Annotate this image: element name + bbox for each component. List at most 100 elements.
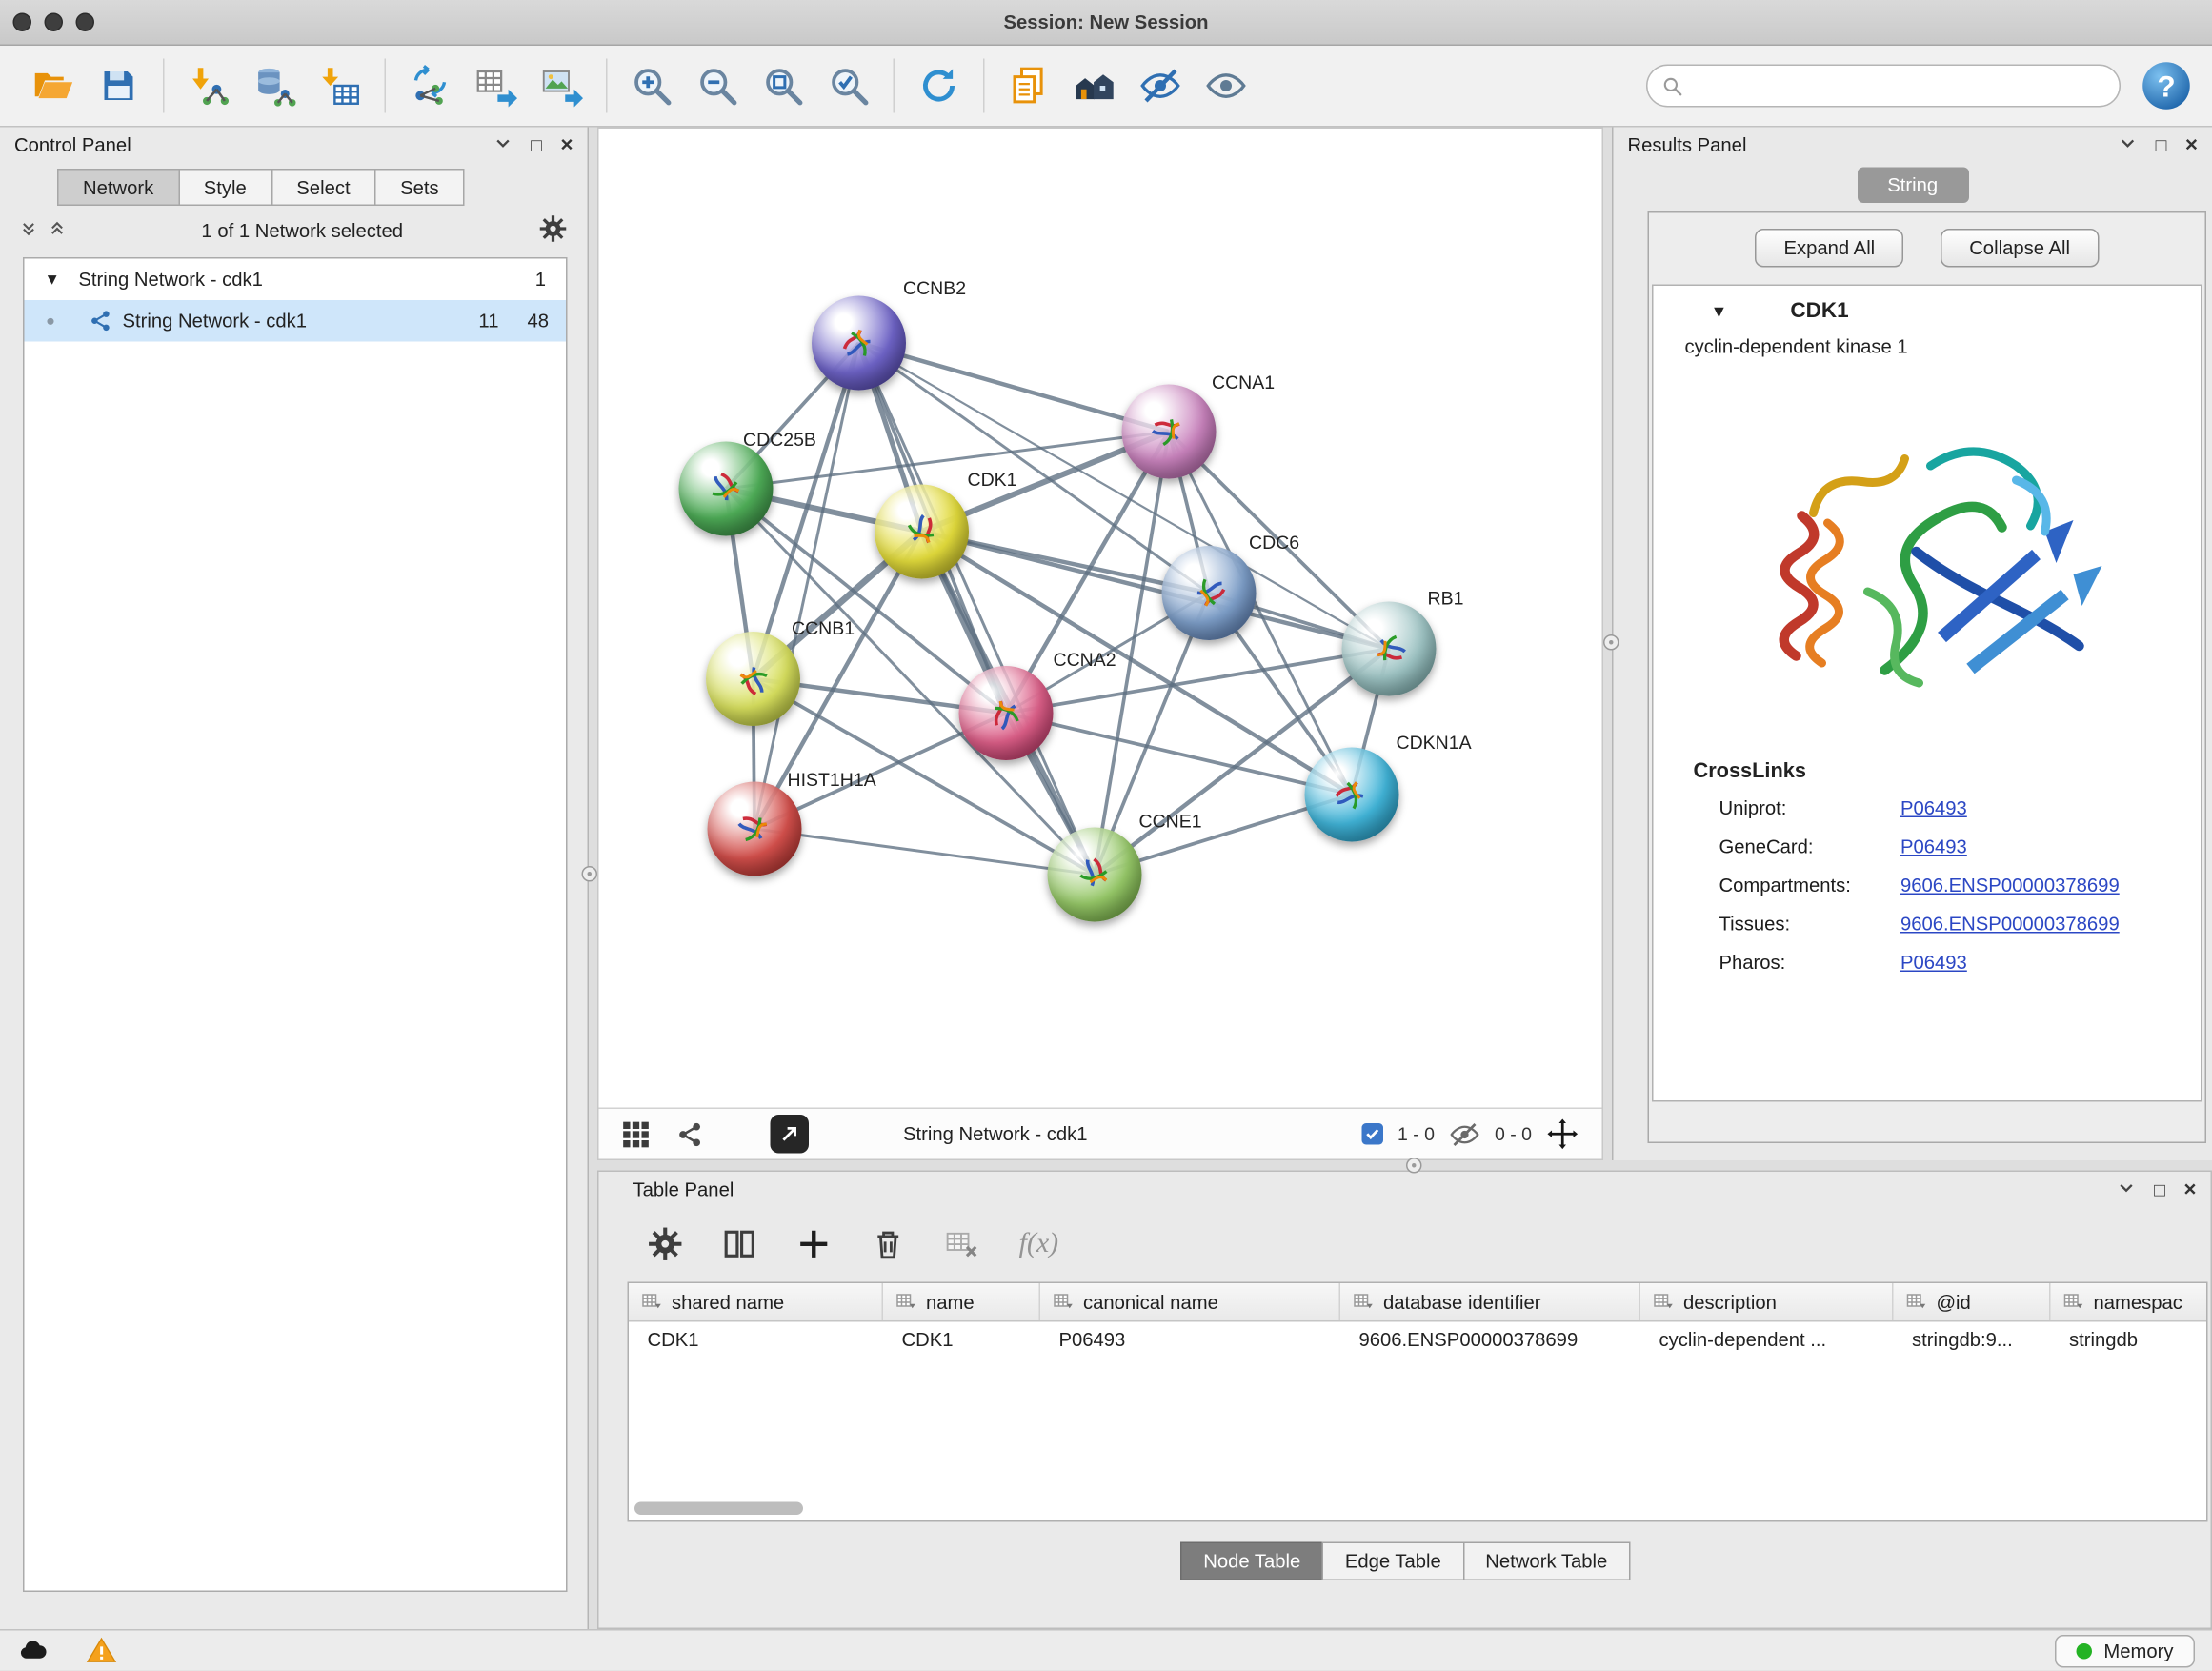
column-header[interactable]: name bbox=[883, 1283, 1040, 1320]
network-graph[interactable]: CCNB2 CCNA1 CDC25B CDK1 CDC6 RB1 CCNB1 bbox=[599, 129, 1602, 1108]
panel-maximize-icon[interactable]: □ bbox=[2154, 1180, 2165, 1199]
panel-close-icon[interactable]: × bbox=[560, 134, 573, 156]
apply-layout-button[interactable] bbox=[906, 53, 972, 119]
delete-table-icon[interactable] bbox=[945, 1225, 981, 1261]
column-header[interactable]: description bbox=[1640, 1283, 1894, 1320]
show-columns-icon[interactable] bbox=[722, 1225, 758, 1261]
network-node-ccna1[interactable] bbox=[1122, 385, 1217, 479]
network-node-cdc6[interactable] bbox=[1162, 546, 1257, 640]
tree-expand-icon[interactable]: ▼ bbox=[45, 271, 60, 288]
network-overview-icon[interactable] bbox=[676, 1119, 705, 1148]
tab-edge-table[interactable]: Edge Table bbox=[1322, 1542, 1464, 1581]
hide-selected-button[interactable] bbox=[1128, 53, 1194, 119]
zoom-in-button[interactable] bbox=[619, 53, 685, 119]
function-builder-icon[interactable]: f(x) bbox=[1019, 1227, 1059, 1260]
home-button[interactable] bbox=[1062, 53, 1128, 119]
column-header[interactable]: shared name bbox=[629, 1283, 883, 1320]
protein-squiggle-icon bbox=[831, 314, 888, 372]
network-canvas[interactable]: CCNB2 CCNA1 CDC25B CDK1 CDC6 RB1 CCNB1 bbox=[597, 128, 1603, 1161]
string-results-box: Expand All Collapse All ▼ CDK1 cyclin-de… bbox=[1648, 211, 2207, 1143]
column-header[interactable]: canonical name bbox=[1040, 1283, 1340, 1320]
crosslink-link[interactable]: P06493 bbox=[1900, 836, 1967, 858]
network-node-cdc25b[interactable] bbox=[679, 442, 774, 536]
column-header[interactable]: database identifier bbox=[1340, 1283, 1640, 1320]
edge-cdk1-rb1[interactable] bbox=[922, 532, 1390, 649]
copy-session-button[interactable] bbox=[996, 53, 1062, 119]
edge-ccna2-cdkn1a[interactable] bbox=[1006, 714, 1352, 795]
expand-all-button[interactable]: Expand All bbox=[1755, 229, 1903, 268]
crosslink-link[interactable]: P06493 bbox=[1900, 952, 1967, 974]
tab-node-table[interactable]: Node Table bbox=[1180, 1542, 1323, 1581]
splitter-handle-bottom[interactable] bbox=[1406, 1158, 1422, 1174]
crosslink-link[interactable]: 9606.ENSP00000378699 bbox=[1900, 875, 2120, 896]
network-node-ccnb2[interactable] bbox=[812, 296, 906, 391]
warning-icon[interactable] bbox=[86, 1635, 117, 1666]
edge-ccnb2-ccna1[interactable] bbox=[859, 343, 1170, 432]
cloud-icon[interactable] bbox=[17, 1635, 49, 1666]
network-node-rb1[interactable] bbox=[1342, 602, 1437, 696]
table-settings-gear-icon[interactable] bbox=[648, 1225, 684, 1261]
export-image-button[interactable] bbox=[529, 53, 594, 119]
open-session-button[interactable] bbox=[20, 53, 86, 119]
network-node-cdk1[interactable] bbox=[875, 485, 969, 579]
edge-ccnb2-ccne1[interactable] bbox=[859, 343, 1096, 875]
panel-float-icon[interactable] bbox=[2119, 1179, 2136, 1201]
import-network-file-button[interactable] bbox=[176, 53, 242, 119]
network-options-gear-icon[interactable] bbox=[539, 213, 568, 247]
collapse-all-button[interactable]: Collapse All bbox=[1941, 229, 2099, 268]
grid-view-icon[interactable] bbox=[622, 1119, 651, 1148]
edge-ccnb2-hist1h1a[interactable] bbox=[754, 343, 859, 829]
column-header[interactable]: namespac bbox=[2051, 1283, 2207, 1320]
show-all-button[interactable] bbox=[1194, 53, 1259, 119]
tab-network-table[interactable]: Network Table bbox=[1462, 1542, 1630, 1581]
export-network-button[interactable] bbox=[397, 53, 463, 119]
network-node-ccnb1[interactable] bbox=[706, 632, 800, 726]
tab-style[interactable]: Style bbox=[178, 169, 272, 206]
panel-float-icon[interactable] bbox=[2120, 134, 2137, 156]
help-button[interactable]: ? bbox=[2141, 60, 2192, 111]
add-column-icon[interactable] bbox=[796, 1225, 833, 1261]
network-collection-row[interactable]: ▼ String Network - cdk1 1 bbox=[25, 259, 567, 301]
scrollbar-thumb[interactable] bbox=[634, 1502, 803, 1516]
panel-close-icon[interactable]: × bbox=[2183, 1179, 2196, 1201]
panel-maximize-icon[interactable]: □ bbox=[2156, 136, 2167, 155]
help-icon: ? bbox=[2141, 60, 2192, 111]
panel-close-icon[interactable]: × bbox=[2185, 134, 2198, 156]
network-node-ccne1[interactable] bbox=[1048, 828, 1142, 922]
save-session-button[interactable] bbox=[86, 53, 151, 119]
search-input[interactable] bbox=[1692, 75, 2105, 97]
zoom-selected-button[interactable] bbox=[816, 53, 882, 119]
tab-select[interactable]: Select bbox=[271, 169, 375, 206]
network-node-cdkn1a[interactable] bbox=[1305, 748, 1399, 842]
search-field[interactable] bbox=[1646, 65, 2121, 108]
open-in-new-window-button[interactable] bbox=[771, 1115, 810, 1154]
splitter-handle-left[interactable] bbox=[582, 866, 598, 882]
tab-network[interactable]: Network bbox=[57, 169, 179, 206]
import-table-button[interactable] bbox=[308, 53, 373, 119]
panel-maximize-icon[interactable]: □ bbox=[531, 136, 542, 155]
table-row[interactable]: CDK1 CDK1 P06493 9606.ENSP00000378699 cy… bbox=[629, 1322, 2206, 1361]
network-row-selected[interactable]: ● String Network - cdk1 11 48 bbox=[25, 300, 567, 342]
crosslink-link[interactable]: 9606.ENSP00000378699 bbox=[1900, 914, 2120, 936]
network-node-hist1h1a[interactable] bbox=[708, 782, 802, 876]
zoom-out-button[interactable] bbox=[685, 53, 751, 119]
horizontal-scrollbar[interactable] bbox=[634, 1502, 2201, 1516]
tab-sets[interactable]: Sets bbox=[374, 169, 465, 206]
expand-all-icon[interactable] bbox=[49, 219, 66, 241]
splitter-handle-right[interactable] bbox=[1603, 634, 1619, 651]
column-header[interactable]: @id bbox=[1894, 1283, 2051, 1320]
export-table-button[interactable] bbox=[463, 53, 529, 119]
results-tab-string[interactable]: String bbox=[1857, 168, 1968, 204]
collapse-all-icon[interactable] bbox=[20, 219, 37, 241]
crosslink-link[interactable]: P06493 bbox=[1900, 797, 1967, 819]
network-node-ccna2[interactable] bbox=[959, 666, 1054, 760]
zoom-fit-button[interactable] bbox=[751, 53, 816, 119]
panel-float-icon[interactable] bbox=[495, 134, 513, 156]
memory-button[interactable]: Memory bbox=[2055, 1635, 2195, 1668]
import-network-database-button[interactable] bbox=[242, 53, 308, 119]
selected-checkbox-icon[interactable] bbox=[1361, 1123, 1383, 1145]
pan-move-icon[interactable] bbox=[1546, 1117, 1579, 1151]
delete-column-trash-icon[interactable] bbox=[871, 1225, 907, 1261]
entry-collapse-icon[interactable]: ▼ bbox=[1711, 301, 1728, 321]
edge-hist1h1a-ccne1[interactable] bbox=[754, 829, 1095, 875]
